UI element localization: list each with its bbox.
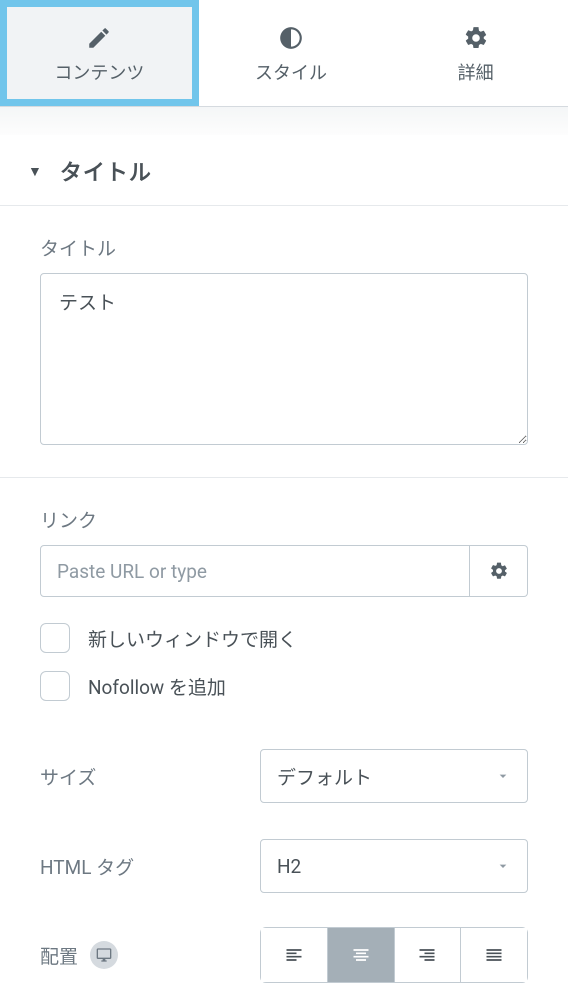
link-options-button[interactable] [470,545,528,597]
size-select[interactable]: デフォルト [260,749,528,803]
nofollow-checkbox[interactable] [40,671,70,701]
size-row: サイズ デフォルト [40,749,528,803]
nofollow-label: Nofollow を追加 [88,673,226,700]
contrast-icon [278,25,304,51]
panel-body: タイトル リンク 新しいウィンドウで開く Nofollow を追加 サイズ デフ… [0,206,568,983]
open-new-window-row: 新しいウィンドウで開く [40,623,528,653]
open-new-window-checkbox[interactable] [40,623,70,653]
html-tag-row: HTML タグ H2 [40,839,528,893]
url-input[interactable] [40,545,470,597]
tab-style[interactable]: スタイル [199,0,384,106]
title-input[interactable] [40,273,528,445]
align-justify-button[interactable] [461,927,528,983]
title-field-label: タイトル [40,234,528,261]
html-tag-select[interactable]: H2 [260,839,528,893]
desktop-icon [96,947,112,963]
gear-icon [463,25,489,51]
url-row [40,545,528,597]
tab-content[interactable]: コンテンツ [0,0,199,106]
caret-down-icon: ▼ [28,163,42,180]
divider [0,477,568,478]
align-right-icon [417,945,437,965]
nofollow-row: Nofollow を追加 [40,671,528,701]
alignment-label: 配置 [40,942,78,969]
align-justify-icon [484,945,504,965]
pencil-icon [86,25,112,51]
align-right-button[interactable] [395,927,462,983]
chevron-down-icon [495,768,511,784]
section-title: タイトル [60,155,152,187]
size-label: サイズ [40,763,260,790]
responsive-device-button[interactable] [90,941,118,969]
tab-advanced[interactable]: 詳細 [383,0,568,106]
chevron-down-icon [495,858,511,874]
align-center-button[interactable] [328,927,395,983]
gear-icon [489,561,509,581]
gradient-divider [0,107,568,135]
tabs-container: コンテンツ スタイル 詳細 [0,0,568,107]
align-left-icon [284,945,304,965]
tab-content-label: コンテンツ [54,59,144,85]
link-field-label: リンク [40,506,528,533]
html-tag-value: H2 [277,855,301,878]
tab-style-label: スタイル [255,59,327,85]
size-value: デフォルト [277,763,372,790]
alignment-group [260,927,528,983]
html-tag-label: HTML タグ [40,853,260,880]
align-left-button[interactable] [260,927,328,983]
open-new-window-label: 新しいウィンドウで開く [88,625,297,652]
align-center-icon [351,945,371,965]
section-header[interactable]: ▼ タイトル [0,135,568,206]
alignment-label-group: 配置 [40,941,260,969]
alignment-row: 配置 [40,927,528,983]
tab-advanced-label: 詳細 [458,59,494,85]
